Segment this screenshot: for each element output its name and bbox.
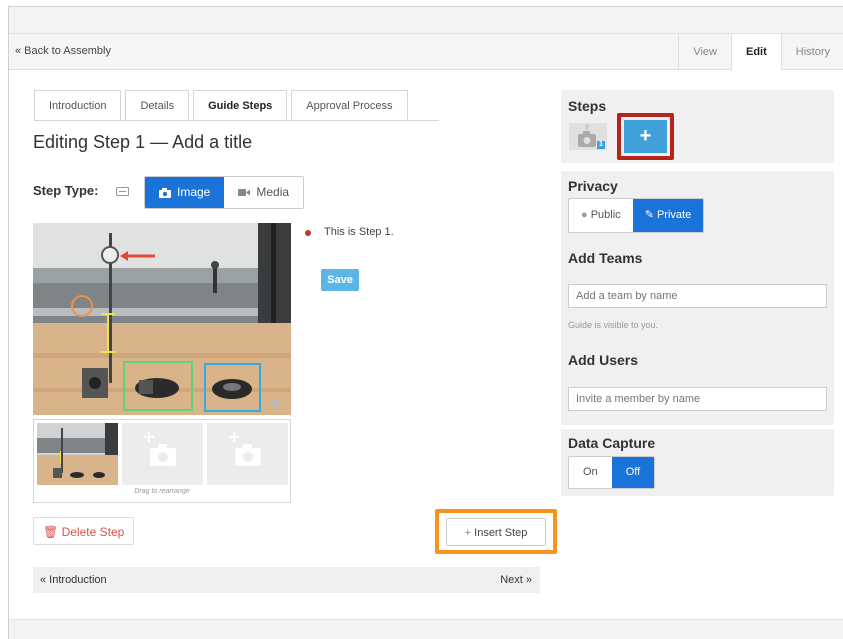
add-teams-title: Add Teams (568, 250, 643, 266)
machine-photo (33, 223, 291, 415)
edit-icon: ✎ (644, 209, 654, 221)
top-bar (9, 7, 843, 34)
previous-link[interactable]: « Introduction (40, 574, 107, 586)
editor-tabs: Introduction Details Guide Steps Approva… (34, 90, 412, 120)
tab-history[interactable]: History (780, 34, 843, 70)
camera-icon (159, 187, 171, 198)
empty-image-slot-2[interactable] (122, 423, 203, 485)
media-type-label: Media (256, 185, 290, 199)
nav-bar: « Back to Assembly View Edit History (9, 34, 843, 70)
data-capture-off-button[interactable]: Off (611, 457, 655, 488)
tab-edit[interactable]: Edit (730, 34, 781, 70)
insert-step-label: Insert Step (474, 527, 528, 539)
delete-step-label: Delete Step (61, 525, 125, 539)
step-1-thumbnail[interactable]: ? 1 (569, 123, 607, 150)
step-main-image[interactable] (33, 223, 291, 415)
back-to-assembly-link[interactable]: « Back to Assembly (15, 45, 111, 57)
empty-image-slot-3[interactable] (207, 423, 288, 485)
image-type-label: Image (177, 185, 211, 199)
private-label: Private (656, 209, 692, 221)
drag-to-rearrange-hint: Drag to rearrange (134, 488, 190, 495)
page-title: Editing Step 1 — Add a title (33, 132, 253, 152)
save-button[interactable]: Save (321, 269, 359, 291)
view-edit-history-tabs: View Edit History (678, 34, 843, 70)
keyboard-icon (116, 187, 129, 196)
add-photo-icon (144, 432, 176, 466)
data-capture-on-button[interactable]: On (569, 457, 612, 488)
tab-guide-steps[interactable]: Guide Steps (193, 90, 288, 120)
steps-panel: Steps ? 1 + (561, 90, 834, 163)
tab-details[interactable]: Details (125, 90, 190, 120)
svg-text:?: ? (585, 124, 589, 132)
add-users-title: Add Users (568, 352, 639, 368)
steps-title: Steps (568, 98, 607, 114)
insert-step-button[interactable]: + Insert Step (446, 518, 546, 546)
plus-icon: + (464, 527, 472, 539)
public-option[interactable]: ● Public (569, 199, 633, 232)
thumbnail-1[interactable] (37, 423, 118, 485)
image-type-button[interactable]: Image (145, 177, 225, 208)
step-bullet-text[interactable]: This is Step 1. (324, 226, 394, 238)
next-link[interactable]: Next » (500, 574, 532, 586)
public-label: Public (590, 209, 621, 221)
video-camera-icon (238, 189, 251, 196)
bullet-icon (305, 230, 311, 236)
step-pager: « Introduction Next » (33, 567, 540, 593)
globe-icon: ● (581, 209, 588, 221)
privacy-title: Privacy (568, 178, 618, 194)
add-photo-icon (229, 432, 261, 466)
private-option[interactable]: ✎ Private (632, 199, 704, 232)
step-type-label: Step Type: (33, 183, 99, 198)
data-capture-toggle: On Off (568, 456, 656, 489)
thumbnail-photo (37, 423, 118, 485)
tab-introduction[interactable]: Introduction (34, 90, 122, 120)
add-step-button[interactable]: + (624, 120, 667, 153)
app-window: « Back to Assembly View Edit History Int… (8, 6, 843, 639)
thumbnail-strip: Drag to rearrange (33, 419, 291, 503)
media-type-button[interactable]: Media (224, 177, 304, 208)
tabs-divider (34, 120, 439, 121)
tab-view[interactable]: View (678, 34, 731, 70)
trash-icon: 🗑︎ (43, 525, 59, 539)
data-capture-title: Data Capture (568, 435, 656, 451)
add-team-input[interactable] (568, 284, 827, 308)
step-number-badge: 1 (599, 141, 603, 148)
data-capture-panel: Data Capture On Off (561, 429, 834, 496)
tab-approval-process[interactable]: Approval Process (291, 90, 408, 120)
step-type-toggle: Image Media (144, 176, 305, 209)
visibility-note: Guide is visible to you. (568, 320, 659, 330)
privacy-panel: Privacy ● Public ✎ Private Add Teams Gui… (561, 171, 834, 425)
delete-step-button[interactable]: 🗑︎ Delete Step (33, 517, 135, 545)
invite-user-input[interactable] (568, 387, 827, 411)
bottom-bar (9, 619, 843, 639)
privacy-toggle: ● Public ✎ Private (568, 198, 705, 233)
